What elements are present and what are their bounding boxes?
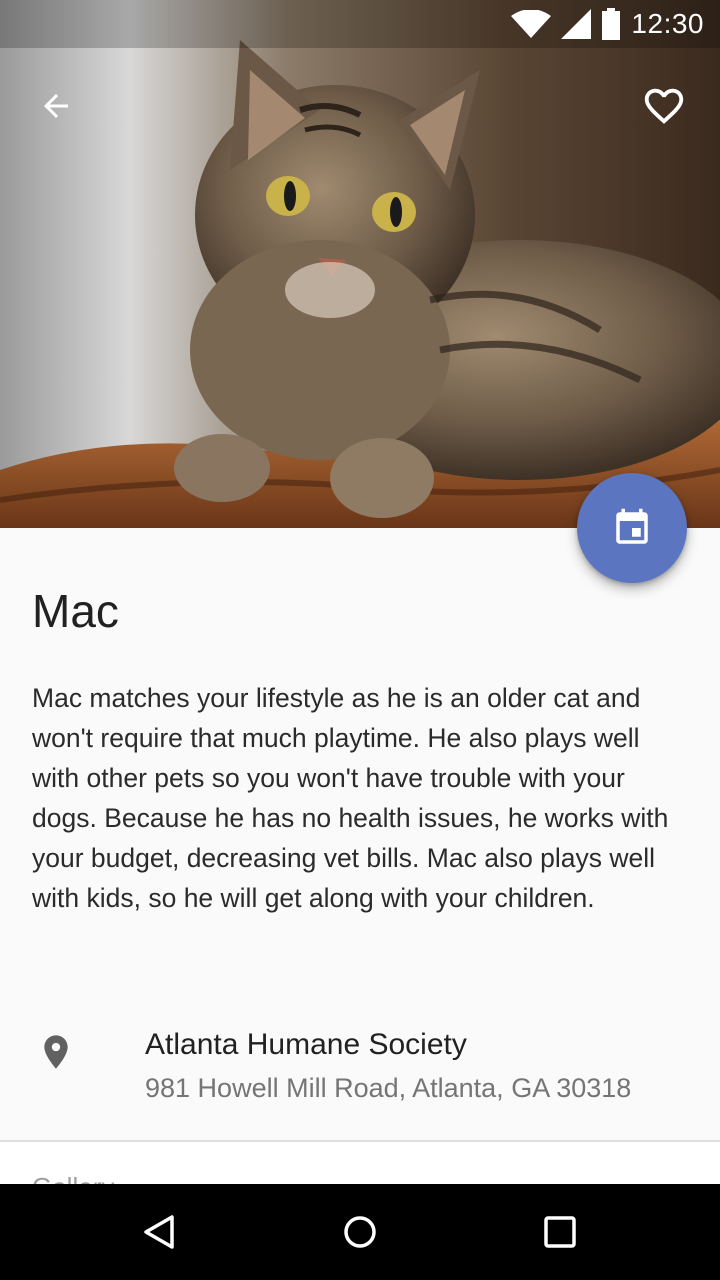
square-recents-icon — [544, 1216, 576, 1248]
nav-back-button[interactable] — [120, 1192, 200, 1272]
system-nav-bar — [0, 1184, 720, 1280]
schedule-visit-fab[interactable] — [577, 473, 687, 583]
nav-recents-button[interactable] — [520, 1192, 600, 1272]
back-button[interactable] — [28, 78, 84, 134]
gallery-label: Gallery — [32, 1172, 114, 1184]
calendar-event-icon — [616, 508, 648, 544]
pet-photo — [0, 0, 720, 528]
arrow-back-icon — [44, 94, 68, 118]
triangle-back-icon — [144, 1215, 174, 1249]
pet-name: Mac — [32, 585, 119, 637]
wifi-icon — [511, 10, 552, 38]
battery-icon — [602, 8, 621, 40]
shelter-address[interactable]: 981 Howell Mill Road, Atlanta, GA 30318 — [145, 1073, 631, 1104]
shelter-name[interactable]: Atlanta Humane Society — [145, 1028, 467, 1062]
cat-illustration — [0, 40, 720, 528]
status-bar: 12:30 — [0, 0, 720, 48]
status-time: 12:30 — [631, 8, 704, 39]
nav-home-button[interactable] — [320, 1192, 400, 1272]
gallery-section: Gallery — [0, 1142, 720, 1184]
pet-description: Mac matches your lifestyle as he is an o… — [32, 683, 669, 913]
cellular-signal-icon — [561, 9, 592, 39]
heart-outline-icon — [644, 88, 684, 124]
circle-home-icon — [344, 1216, 376, 1248]
map-pin-icon — [44, 1035, 68, 1069]
favorite-button[interactable] — [636, 78, 692, 134]
